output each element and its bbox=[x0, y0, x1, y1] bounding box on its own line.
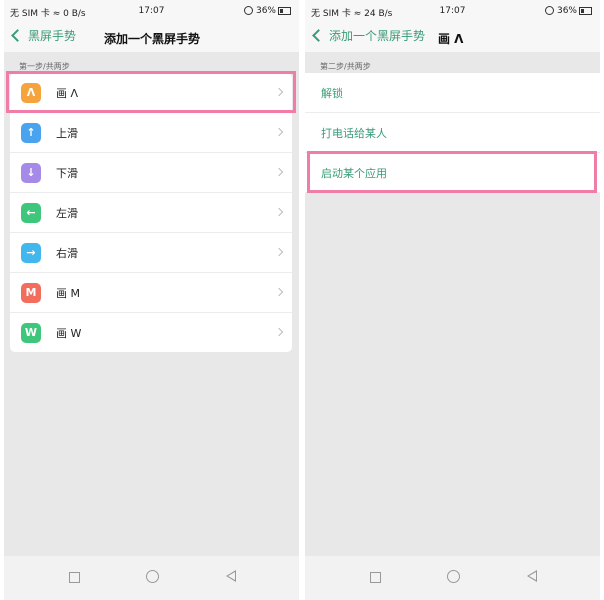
w-gesture-icon: W bbox=[21, 323, 41, 343]
back-label: 黑屏手势 bbox=[28, 29, 77, 43]
back-button[interactable]: 黑屏手势 bbox=[10, 27, 76, 44]
home-icon[interactable] bbox=[146, 570, 159, 583]
arrow-up-icon: ↑ bbox=[21, 123, 41, 143]
page-title: 画 Λ bbox=[438, 32, 464, 46]
chevron-right-icon bbox=[274, 207, 284, 217]
battery-text: 36% bbox=[556, 6, 577, 16]
gesture-item-draw-w[interactable]: W 画 W bbox=[10, 313, 292, 352]
chevron-left-icon bbox=[11, 29, 24, 42]
gesture-item-swipe-up[interactable]: ↑ 上滑 bbox=[10, 113, 292, 153]
status-bar: 无 SIM 卡 ≈ 24 B/s 17:07 36% bbox=[305, 0, 600, 22]
m-gesture-icon: M bbox=[21, 283, 41, 303]
arrow-down-icon: ↓ bbox=[21, 163, 41, 183]
rotation-lock-icon bbox=[544, 6, 554, 15]
back-nav-icon[interactable] bbox=[527, 570, 537, 582]
chevron-right-icon bbox=[274, 167, 284, 177]
status-bar: 无 SIM 卡 ≈ 0 B/s 17:07 36% bbox=[4, 0, 299, 22]
recent-apps-icon[interactable] bbox=[370, 572, 381, 583]
back-label: 添加一个黑屏手势 bbox=[329, 29, 426, 43]
chevron-right-icon bbox=[274, 287, 284, 297]
highlight-box bbox=[6, 71, 296, 113]
nav-bar: 黑屏手势 添加一个黑屏手势 bbox=[4, 22, 299, 52]
gesture-item-swipe-left[interactable]: ← 左滑 bbox=[10, 193, 292, 233]
gesture-label: 画 M bbox=[56, 287, 80, 300]
system-nav-bar bbox=[4, 556, 299, 600]
gesture-label: 下滑 bbox=[56, 167, 78, 180]
recent-apps-icon[interactable] bbox=[69, 572, 80, 583]
action-item-unlock[interactable]: 解锁 bbox=[305, 73, 600, 113]
back-nav-icon[interactable] bbox=[226, 570, 236, 582]
left-screen: 无 SIM 卡 ≈ 0 B/s 17:07 36% 黑屏手势 添加一个黑屏手势 … bbox=[4, 0, 299, 600]
step-label: 第二步/共两步 bbox=[320, 62, 371, 71]
back-button[interactable]: 添加一个黑屏手势 bbox=[311, 27, 425, 44]
chevron-right-icon bbox=[274, 247, 284, 257]
page-title: 添加一个黑屏手势 bbox=[104, 32, 201, 46]
battery-text: 36% bbox=[255, 6, 276, 16]
right-screen: 无 SIM 卡 ≈ 24 B/s 17:07 36% 添加一个黑屏手势 画 Λ … bbox=[305, 0, 600, 600]
action-label: 打电话给某人 bbox=[321, 127, 387, 140]
gesture-item-draw-m[interactable]: M 画 M bbox=[10, 273, 292, 313]
gesture-label: 画 W bbox=[56, 327, 82, 340]
chevron-right-icon bbox=[274, 327, 284, 337]
system-nav-bar bbox=[305, 556, 600, 600]
nav-bar: 添加一个黑屏手势 画 Λ bbox=[305, 22, 600, 52]
gesture-label: 右滑 bbox=[56, 247, 78, 260]
battery-icon bbox=[579, 6, 592, 15]
gesture-label: 上滑 bbox=[56, 127, 78, 140]
chevron-left-icon bbox=[312, 29, 325, 42]
gesture-label: 左滑 bbox=[56, 207, 78, 220]
gesture-item-swipe-down[interactable]: ↓ 下滑 bbox=[10, 153, 292, 193]
home-icon[interactable] bbox=[447, 570, 460, 583]
gesture-list: Λ 画 Λ ↑ 上滑 ↓ 下滑 ← 左滑 → 右滑 M 画 M W 画 W bbox=[10, 73, 292, 352]
arrow-right-icon: → bbox=[21, 243, 41, 263]
battery-icon bbox=[278, 6, 291, 15]
arrow-left-icon: ← bbox=[21, 203, 41, 223]
action-label: 解锁 bbox=[321, 87, 343, 100]
gesture-item-swipe-right[interactable]: → 右滑 bbox=[10, 233, 292, 273]
highlight-box bbox=[307, 151, 597, 193]
chevron-right-icon bbox=[274, 127, 284, 137]
rotation-lock-icon bbox=[243, 6, 253, 15]
action-item-call-someone[interactable]: 打电话给某人 bbox=[305, 113, 600, 153]
